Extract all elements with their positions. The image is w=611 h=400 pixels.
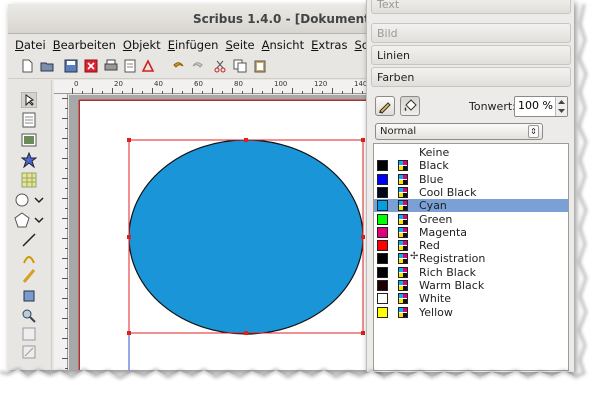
torn-edge-decoration [0, 0, 611, 400]
